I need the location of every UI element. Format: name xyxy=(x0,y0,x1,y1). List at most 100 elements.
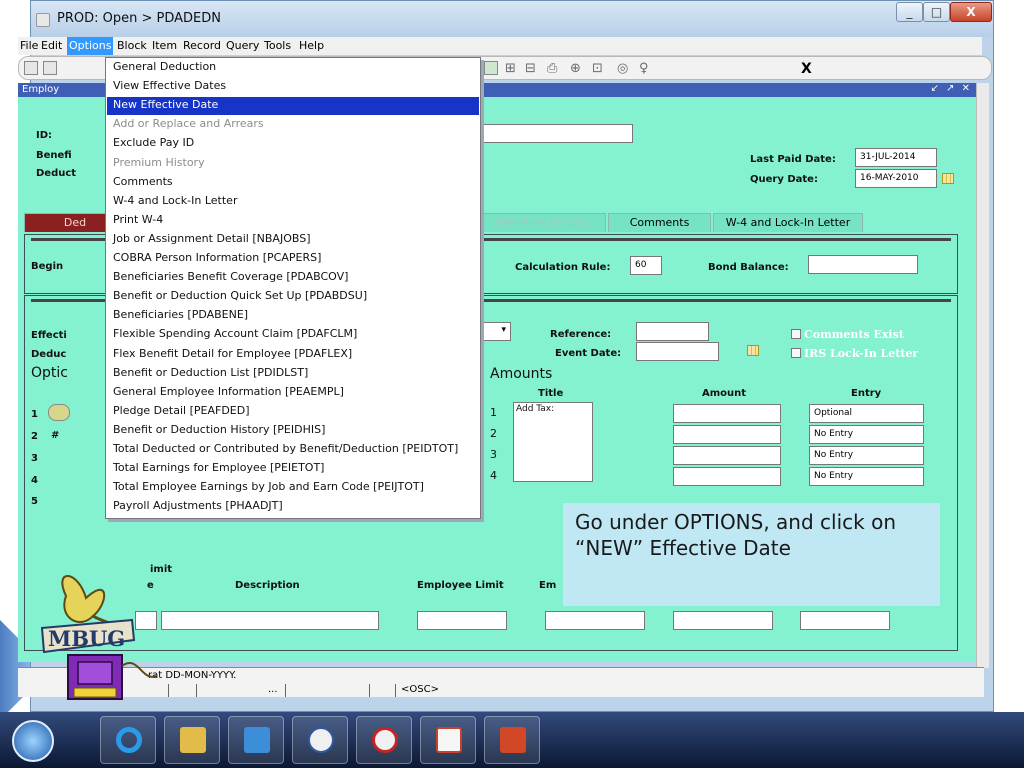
calculation-rule-field[interactable]: 60 xyxy=(630,256,662,275)
employee-limit-field[interactable] xyxy=(417,611,507,630)
minimize-button[interactable]: _ xyxy=(896,2,923,22)
tab-w4-lock-in[interactable]: W-4 and Lock-In Letter xyxy=(713,213,863,232)
screen: PROD: Open > PDADEDN _ □ X File Edit Opt… xyxy=(0,0,1024,768)
options-menu-item[interactable]: Print W-4 xyxy=(107,212,479,230)
options-menu-item[interactable]: Total Earnings for Employee [PEIETOT] xyxy=(107,460,479,478)
options-menu-item[interactable]: Flexible Spending Account Claim [PDAFCLM… xyxy=(107,326,479,344)
next-block-icon[interactable] xyxy=(484,61,498,75)
status-divider xyxy=(196,684,197,697)
file-explorer-icon[interactable] xyxy=(164,716,220,764)
options-menu-item[interactable]: Pledge Detail [PEAFDED] xyxy=(107,403,479,421)
entry-field[interactable]: No Entry xyxy=(809,446,924,465)
options-menu-item[interactable]: Benefit or Deduction History [PEIDHIS] xyxy=(107,422,479,440)
amount-field[interactable] xyxy=(673,467,781,486)
options-menu-item[interactable]: Exclude Pay ID xyxy=(107,135,479,153)
exit-button[interactable]: X xyxy=(801,61,812,77)
tab-comments[interactable]: Comments xyxy=(608,213,711,232)
limit-extra-field[interactable] xyxy=(673,611,773,630)
options-menu-item[interactable]: W-4 and Lock-In Letter xyxy=(107,193,479,211)
status-dropdown[interactable]: ▾ xyxy=(481,322,511,341)
menu-edit[interactable]: Edit xyxy=(41,39,62,52)
print-icon[interactable]: ⎙ xyxy=(547,61,557,76)
calendar-icon[interactable] xyxy=(942,173,954,184)
search-icon[interactable]: ⊕ xyxy=(570,61,581,76)
last-paid-date-field[interactable]: 31-JUL-2014 xyxy=(855,148,937,167)
options-menu-item[interactable]: Job or Assignment Detail [NBAJOBS] xyxy=(107,231,479,249)
title-bar: PROD: Open > PDADEDN _ □ X xyxy=(31,1,993,37)
amount-field[interactable] xyxy=(673,446,781,465)
menu-item[interactable]: Item xyxy=(152,39,177,52)
menu-block[interactable]: Block xyxy=(117,39,147,52)
amount-row-number: 4 xyxy=(490,469,497,482)
tab-premium-history[interactable]: Premium History xyxy=(479,213,606,232)
menu-file[interactable]: File xyxy=(20,39,38,52)
menu-query[interactable]: Query xyxy=(226,39,259,52)
maximize-button[interactable]: □ xyxy=(923,2,950,22)
options-menu-item[interactable]: Beneficiaries Benefit Coverage [PDABCOV] xyxy=(107,269,479,287)
limit-description-field[interactable] xyxy=(161,611,379,630)
entry-field[interactable]: No Entry xyxy=(809,425,924,444)
amount-row-number: 2 xyxy=(490,427,497,440)
id-name-field[interactable] xyxy=(480,124,633,143)
form-window-controls[interactable]: ↙ ↗ ✕ xyxy=(931,83,973,94)
options-menu-item[interactable]: Total Employee Earnings by Job and Earn … xyxy=(107,479,479,497)
window-title: PROD: Open > PDADEDN xyxy=(57,11,221,26)
remote-desktop-icon[interactable] xyxy=(292,716,348,764)
internet-explorer-icon[interactable] xyxy=(100,716,156,764)
close-button[interactable]: X xyxy=(950,2,992,22)
java-icon[interactable] xyxy=(420,716,476,764)
query-date-field[interactable]: 16-MAY-2010 xyxy=(855,169,937,188)
menu-tools[interactable]: Tools xyxy=(264,39,291,52)
menu-record[interactable]: Record xyxy=(183,39,221,52)
taskbar xyxy=(0,712,1024,768)
amount-field[interactable] xyxy=(673,425,781,444)
options-menu-item[interactable]: Flex Benefit Detail for Employee [PDAFLE… xyxy=(107,346,479,364)
insert-record-icon[interactable]: ⊞ xyxy=(505,61,516,76)
options-menu-item[interactable]: Benefit or Deduction List [PDIDLST] xyxy=(107,365,479,383)
amounts-title-list[interactable] xyxy=(513,402,593,482)
options-menu-item[interactable]: COBRA Person Information [PCAPERS] xyxy=(107,250,479,268)
rollback-icon[interactable] xyxy=(43,61,57,75)
amount-field[interactable] xyxy=(673,404,781,423)
options-menu-item[interactable]: Comments xyxy=(107,174,479,192)
options-menu-item[interactable]: General Employee Information [PEAEMPL] xyxy=(107,384,479,402)
menu-help[interactable]: Help xyxy=(299,39,324,52)
irs-lock-in-checkbox[interactable]: IRS Lock-In Letter xyxy=(791,347,918,360)
entry-field[interactable]: Optional xyxy=(809,404,924,423)
begin-label: Begin xyxy=(31,261,64,272)
options-heading: Optic xyxy=(31,365,68,381)
benefit-label: Benefi xyxy=(36,150,72,161)
save-icon[interactable] xyxy=(24,61,38,75)
option-row-number: 3 xyxy=(31,453,38,464)
event-date-calendar-icon[interactable] xyxy=(747,345,759,356)
options-menu-item[interactable]: View Effective Dates xyxy=(107,78,479,96)
employer-limit-field[interactable] xyxy=(545,611,645,630)
deduction-label: Deduct xyxy=(36,168,77,179)
options-menu-item[interactable]: Total Deducted or Contributed by Benefit… xyxy=(107,441,479,459)
tip-icon[interactable]: ♀ xyxy=(639,61,649,76)
comments-exist-checkbox[interactable]: Comments Exist xyxy=(791,328,904,341)
bond-balance-field[interactable] xyxy=(808,255,918,274)
options-menu-item[interactable]: General Deduction xyxy=(107,59,479,77)
amounts-amount-header: Amount xyxy=(702,388,747,399)
options-menu-item[interactable]: Payroll Adjustments [PHAADJT] xyxy=(107,498,479,516)
start-orb-icon[interactable] xyxy=(12,720,54,762)
norton-icon[interactable] xyxy=(356,716,412,764)
options-menu-item[interactable]: Benefit or Deduction Quick Set Up [PDABD… xyxy=(107,288,479,306)
powerpoint-icon[interactable] xyxy=(484,716,540,764)
options-menu-item[interactable]: New Effective Date xyxy=(107,97,479,116)
amounts-title-header: Title xyxy=(538,388,564,399)
vertical-scrollbar[interactable] xyxy=(976,83,989,668)
help-icon[interactable]: ◎ xyxy=(617,61,628,76)
event-date-field[interactable] xyxy=(636,342,719,361)
entry-field[interactable]: No Entry xyxy=(809,467,924,486)
limit-extra-field-2[interactable] xyxy=(800,611,890,630)
menu-options[interactable]: Options xyxy=(67,37,114,55)
reference-field[interactable] xyxy=(636,322,709,341)
option-radio[interactable] xyxy=(48,404,70,421)
options-icon[interactable]: ⊡ xyxy=(592,61,603,76)
delete-record-icon[interactable]: ⊟ xyxy=(525,61,536,76)
outlook-icon[interactable] xyxy=(228,716,284,764)
options-menu-item[interactable]: Beneficiaries [PDABENE] xyxy=(107,307,479,325)
mbug-logo-text: MBUG xyxy=(48,626,125,651)
